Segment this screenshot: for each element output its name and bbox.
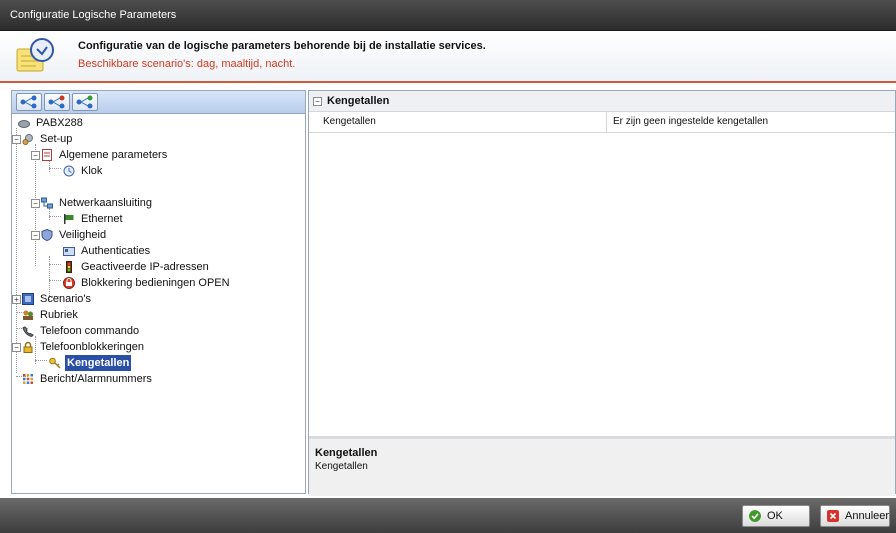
tree-collapse-icon [48,95,65,109]
expand-toggle-scenarios[interactable]: + [12,295,21,304]
ok-button[interactable]: OK [742,505,810,527]
document-icon [42,149,52,161]
tree-node-label: Scenario's [40,293,92,305]
tree-options-button[interactable] [72,93,98,111]
collapse-toggle-veiligheid[interactable]: − [31,231,40,240]
property-grid: − Kengetallen Kengetallen Er zijn geen i… [308,90,896,496]
contacts-icon [23,310,33,320]
collapse-toggle-telefoonblokkeringen[interactable]: − [12,343,21,352]
settings-wizard-icon [16,38,54,72]
key-icon [49,357,61,369]
tree-node-label: Veiligheid [59,229,107,241]
network-icon [41,197,53,209]
property-description-pane: Kengetallen Kengetallen [309,436,895,496]
collapse-toggle-algemene[interactable]: − [31,151,40,160]
pabx-icon [18,120,30,128]
number-pad-icon [23,374,33,384]
description-title: Kengetallen [315,447,378,459]
property-category-kengetallen[interactable]: − Kengetallen [309,91,895,112]
category-label: Kengetallen [327,95,390,107]
collapse-toggle-netwerk[interactable]: − [31,199,40,208]
window-titlebar: Configuratie Logische Parameters [0,0,896,31]
tree-options-icon [76,95,93,109]
expand-tree-button[interactable] [16,93,42,111]
property-name: Kengetallen [323,116,376,127]
padlock-icon [23,341,33,353]
tree-node-label: Telefoonblokkeringen [40,341,144,353]
tree-node-label: PABX288 [36,117,83,129]
tree-node-label: Rubriek [40,309,78,321]
property-row-kengetallen[interactable]: Kengetallen Er zijn geen ingestelde keng… [309,112,895,133]
tree-node-label: Klok [81,165,103,177]
collapse-toggle-setup[interactable]: − [12,135,21,144]
tree-node-label: Blokkering bedieningen OPEN [81,277,230,289]
window-title: Configuratie Logische Parameters [10,9,177,21]
tree-node-label: Set-up [40,133,73,145]
checkmark-icon [749,510,761,522]
header-banner: Configuratie van de logische parameters … [0,31,896,83]
cancel-button[interactable]: Annuleer [820,505,890,527]
clock-icon [63,165,75,177]
tree-panel: PABX288 − Set-up − Algemene parameters K… [11,90,306,494]
tree-toolbar [12,91,305,114]
tree-node-label: Ethernet [81,213,123,225]
ethernet-flag-icon [64,214,74,224]
tree-expand-icon [20,95,37,109]
id-card-icon [63,247,75,256]
scenario-icon [22,293,34,305]
config-tree: PABX288 − Set-up − Algemene parameters K… [12,115,305,493]
cancel-button-label: Annuleer [845,510,890,522]
tree-node-label: Algemene parameters [59,149,168,161]
tree-node-label: Authenticaties [81,245,151,257]
property-column-divider[interactable] [606,112,607,132]
property-value[interactable]: Er zijn geen ingestelde kengetallen [613,116,768,127]
tree-node-label: Kengetallen [65,355,132,371]
phone-handset-icon [22,326,34,337]
description-text: Kengetallen [315,461,368,472]
tree-node-label: Netwerkaansluiting [59,197,152,209]
tree-node-label: Bericht/Alarmnummers [40,373,152,385]
collapse-tree-button[interactable] [44,93,70,111]
dialog-footer: OK Annuleer [0,498,896,533]
traffic-light-icon [66,261,72,273]
tree-node-label: Telefoon commando [40,325,140,337]
header-subtitle: Beschikbare scenario's: dag, maaltijd, n… [78,58,296,70]
lock-blocked-icon [63,277,75,289]
close-icon [827,510,839,522]
shield-icon [41,229,53,241]
ok-button-label: OK [767,510,783,522]
header-title: Configuratie van de logische parameters … [78,40,486,52]
setup-gears-icon [22,134,33,145]
tree-node-label: Geactiveerde IP-adressen [81,261,209,273]
collapse-category-toggle[interactable]: − [313,97,322,106]
